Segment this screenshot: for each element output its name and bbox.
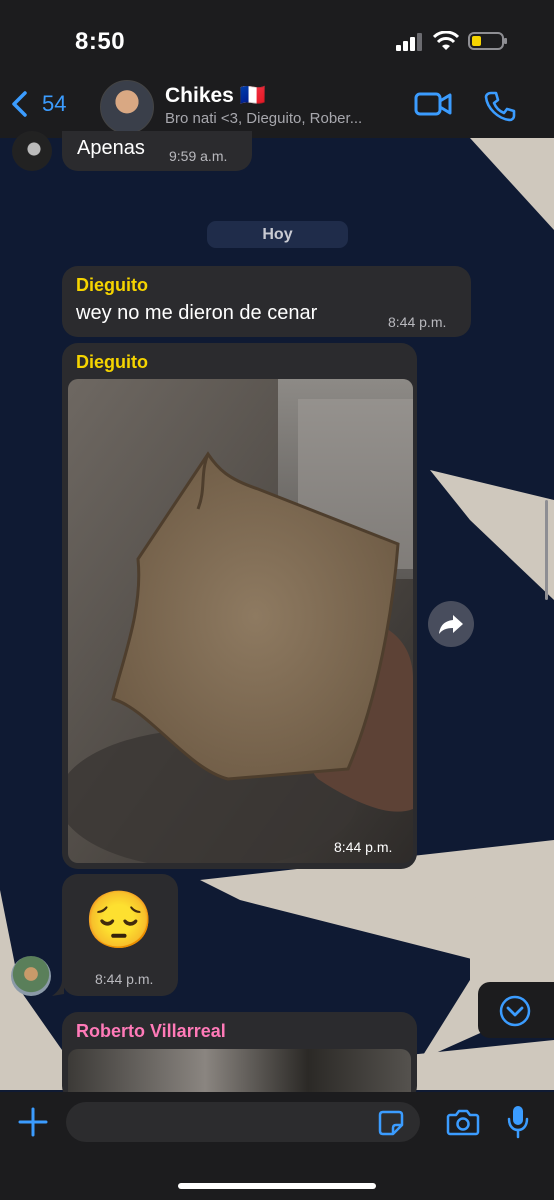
- status-bar: 8:50: [0, 0, 554, 70]
- message-bubble[interactable]: Dieguito wey no me dieron de cenar 8:44 …: [62, 266, 471, 337]
- message-input[interactable]: [66, 1102, 420, 1142]
- emoji: 😔: [84, 888, 154, 951]
- status-time: 8:50: [75, 28, 126, 55]
- scroll-to-bottom-button[interactable]: [478, 982, 554, 1038]
- home-indicator[interactable]: [178, 1183, 376, 1189]
- wifi-icon: [433, 31, 459, 50]
- message-time: 8:44 p.m.: [334, 839, 393, 855]
- bread-photo: [68, 379, 413, 863]
- message-text: wey no me dieron de cenar: [76, 302, 318, 324]
- signal-icon: [396, 33, 422, 51]
- microphone-icon[interactable]: [506, 1104, 530, 1140]
- sender-name[interactable]: Roberto Villarreal: [76, 1021, 226, 1042]
- chat-header: 54 Chikes 🇫🇷 Bro nati <3, Dieguito, Robe…: [0, 70, 554, 138]
- back-button[interactable]: 54: [10, 90, 66, 118]
- sender-avatar[interactable]: [12, 131, 52, 171]
- message-bubble[interactable]: Roberto Villarreal: [62, 1012, 417, 1102]
- battery-icon: [468, 32, 507, 50]
- message-time: 8:44 p.m.: [95, 971, 154, 987]
- photo-message-bubble[interactable]: Dieguito 8:44 p.m.: [62, 343, 417, 869]
- photo-image[interactable]: [68, 379, 413, 863]
- forward-icon: [439, 615, 463, 634]
- plus-icon[interactable]: [18, 1107, 48, 1137]
- bubble-tail: [52, 980, 64, 996]
- phone-call-icon[interactable]: [484, 90, 516, 122]
- forward-button[interactable]: [428, 601, 474, 647]
- sender-avatar[interactable]: [11, 956, 51, 996]
- message-text: Apenas: [77, 137, 145, 159]
- message-time: 9:59 a.m.: [169, 148, 228, 164]
- chevron-down-icon: [499, 995, 531, 1027]
- video-call-icon[interactable]: [414, 90, 452, 118]
- message-time: 8:44 p.m.: [388, 314, 447, 330]
- message-bubble[interactable]: Apenas 9:59 a.m.: [62, 131, 252, 171]
- sender-name[interactable]: Dieguito: [76, 352, 148, 373]
- group-avatar[interactable]: [100, 80, 154, 134]
- date-separator: Hoy: [207, 221, 348, 248]
- chat-members[interactable]: Bro nati <3, Dieguito, Rober...: [165, 110, 405, 127]
- sender-name[interactable]: Dieguito: [76, 275, 148, 296]
- sticker-icon[interactable]: [378, 1110, 404, 1136]
- camera-icon[interactable]: [446, 1107, 480, 1137]
- scroll-indicator: [545, 500, 548, 600]
- message-bubble[interactable]: 😔 8:44 p.m.: [62, 874, 178, 996]
- unread-count: 54: [42, 91, 67, 116]
- chevron-left-icon: [12, 91, 27, 117]
- chat-title[interactable]: Chikes 🇫🇷: [165, 84, 266, 108]
